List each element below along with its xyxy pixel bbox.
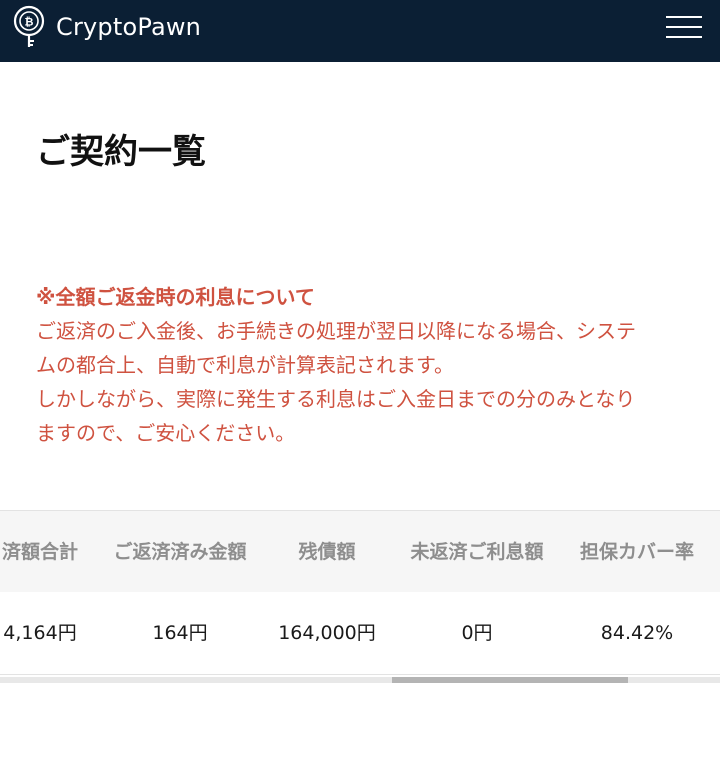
cell-repaid-total: 4,164円	[3, 622, 77, 644]
cell-collateral-coverage: 84.42%	[600, 622, 674, 644]
table-row[interactable]: 4,164円 164円 164,000円 0円 84.42%	[0, 592, 720, 675]
svg-text:₿: ₿	[25, 16, 34, 29]
bitcoin-key-icon: ₿	[12, 5, 46, 49]
cell-unpaid-interest: 0円	[461, 622, 493, 644]
table-header-row: 済額合計 ご返済済み金額 残債額 未返済ご利息額 担保カバー率	[0, 510, 720, 594]
brand-name: CryptoPawn	[56, 13, 202, 41]
column-header-remaining-debt[interactable]: 残債額	[262, 511, 392, 593]
horizontal-scrollbar[interactable]	[0, 677, 720, 683]
contracts-table[interactable]: 済額合計 ご返済済み金額 残債額 未返済ご利息額 担保カバー率 4,164円 1…	[0, 510, 720, 685]
menu-line	[666, 36, 702, 38]
menu-line	[666, 16, 702, 18]
notice-line: ご返済のご入金後、お手続きの処理が翌日以降になる場合、システ	[36, 319, 636, 343]
notice-line: ムの都合上、自動で利息が計算表記されます。	[36, 353, 454, 377]
column-header-repaid-total[interactable]: 済額合計	[0, 511, 110, 593]
hamburger-menu-icon[interactable]	[666, 16, 704, 40]
column-header-collateral-coverage[interactable]: 担保カバー率	[572, 511, 702, 593]
cell-remaining-debt: 164,000円	[278, 622, 376, 644]
scrollbar-thumb[interactable]	[392, 677, 628, 683]
brand-logo[interactable]: ₿ CryptoPawn	[12, 5, 201, 49]
column-header-repaid-amount[interactable]: ご返済済み金額	[100, 511, 260, 593]
column-header-unpaid-interest[interactable]: 未返済ご利息額	[400, 511, 554, 593]
notice-heading: ※全額ご返金時の利息について	[36, 285, 315, 309]
menu-line	[666, 26, 702, 28]
top-navigation-bar: ₿ CryptoPawn	[0, 0, 720, 62]
cell-repaid-amount: 164円	[152, 622, 208, 644]
page-title: ご契約一覧	[36, 132, 206, 172]
notice-line: しかしながら、実際に発生する利息はご入金日までの分のみとなり	[36, 387, 636, 411]
notice-line: ますので、ご安心ください。	[36, 421, 296, 445]
interest-notice: ※全額ご返金時の利息について ご返済のご入金後、お手続きの処理が翌日以降になる場…	[36, 280, 676, 450]
